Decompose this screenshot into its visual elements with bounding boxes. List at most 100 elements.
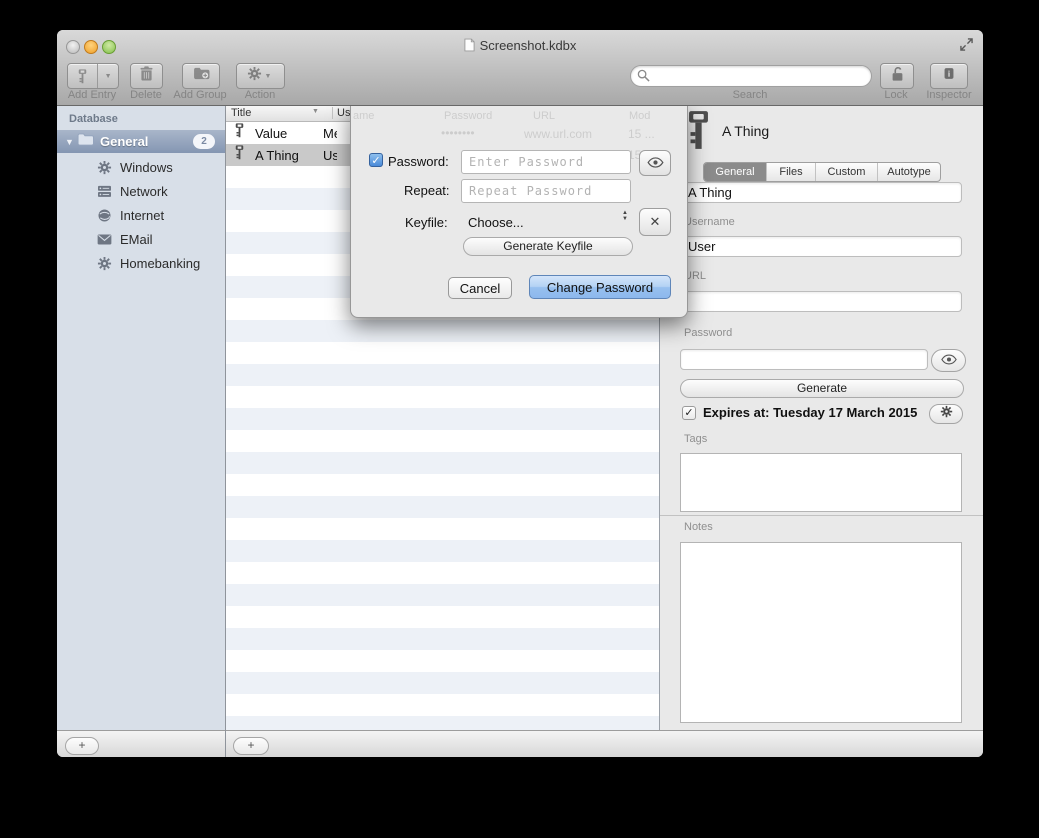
add-entry-button[interactable]: ▼: [67, 63, 119, 89]
sidebar-item-network[interactable]: Network: [57, 179, 225, 203]
folder-add-icon: [193, 67, 210, 85]
trash-icon: [140, 66, 153, 86]
action-label: Action: [237, 89, 283, 101]
key-icon: [235, 145, 244, 165]
document-icon: [464, 38, 475, 55]
disclosure-triangle-icon[interactable]: ▼: [65, 137, 77, 147]
eye-icon: [647, 156, 664, 171]
fullscreen-icon[interactable]: [960, 38, 973, 56]
sidebar-item-windows[interactable]: Windows: [57, 155, 225, 179]
globe-icon: [96, 207, 112, 223]
sidebar-item-internet[interactable]: Internet: [57, 203, 225, 227]
tab-custom[interactable]: Custom: [816, 163, 878, 181]
entry-username: Us: [323, 148, 337, 163]
window-title: Screenshot.kdbx: [57, 38, 983, 55]
gear-icon: [96, 255, 112, 271]
username-field[interactable]: [680, 236, 962, 257]
add-entry-plus-button[interactable]: +: [233, 737, 269, 755]
group-sidebar: Database ▼ General 2 Windows Network: [57, 105, 225, 730]
add-group-label: Add Group: [169, 89, 231, 101]
key-icon: [235, 123, 244, 143]
inspector-panel: A Thing General Files Custom Autotype Us…: [660, 105, 983, 730]
app-window: Screenshot.kdbx ▼: [57, 30, 983, 757]
entry-title: A Thing: [255, 148, 323, 163]
search-label: Search: [720, 89, 780, 101]
entry-count-badge: 2: [193, 134, 215, 149]
add-group-button[interactable]: [182, 63, 220, 89]
tab-general[interactable]: General: [704, 163, 767, 181]
sidebar-item-email[interactable]: EMail: [57, 227, 225, 251]
search-icon: [637, 69, 650, 87]
show-password-button[interactable]: [639, 150, 671, 176]
entry-title: Value: [255, 126, 323, 141]
notes-label: Notes: [684, 521, 713, 533]
sidebar-item-general[interactable]: ▼ General 2: [57, 130, 225, 153]
chevron-down-icon: ▼: [98, 64, 118, 88]
change-password-sheet: ame Password URL Mod •••••••• www.url.co…: [350, 105, 688, 318]
sidebar-item-label: Network: [120, 184, 168, 199]
ghost-url-value: www.url.com: [524, 127, 592, 141]
gear-icon: [940, 405, 953, 423]
eye-icon: [941, 352, 957, 370]
keyfile-popup[interactable]: Choose...: [468, 215, 524, 230]
ghost-password-value: ••••••••: [441, 126, 475, 140]
expires-row: ✓ Expires at: Tuesday 17 March 2015: [682, 405, 917, 420]
delete-button[interactable]: [130, 63, 163, 89]
action-button[interactable]: ▼: [236, 63, 285, 89]
show-password-button[interactable]: [931, 349, 966, 372]
gear-icon: [96, 159, 112, 175]
clear-keyfile-button[interactable]: ✕: [639, 208, 671, 236]
inspector-label: Inspector: [919, 89, 979, 101]
expires-settings-button[interactable]: [929, 404, 963, 424]
repeat-password-input[interactable]: [461, 179, 631, 203]
ghost-modified-header: Mod: [629, 110, 650, 122]
inspector-button[interactable]: i: [930, 63, 968, 89]
cancel-button[interactable]: Cancel: [448, 277, 512, 299]
generate-keyfile-button[interactable]: Generate Keyfile: [463, 237, 633, 256]
inspector-entry-title: A Thing: [722, 123, 769, 139]
column-username[interactable]: Us: [337, 107, 351, 119]
ghost-username-header: ame: [353, 110, 374, 122]
titlebar-toolbar: Screenshot.kdbx ▼: [57, 30, 983, 106]
expires-checkbox[interactable]: ✓: [682, 406, 696, 420]
notes-box[interactable]: [680, 542, 962, 723]
sidebar-item-homebanking[interactable]: Homebanking: [57, 251, 225, 275]
add-entry-label: Add Entry: [61, 89, 123, 101]
stepper-icon[interactable]: ▲▼: [622, 210, 628, 222]
url-field[interactable]: [680, 291, 962, 312]
entry-username: Me: [323, 126, 337, 141]
key-icon: [68, 64, 97, 88]
close-icon: ✕: [650, 214, 661, 230]
tab-files[interactable]: Files: [767, 163, 816, 181]
enter-password-input[interactable]: [461, 150, 631, 174]
password-checkbox[interactable]: ✓: [369, 153, 383, 167]
password-field[interactable]: [680, 349, 928, 370]
sort-descending-icon: ▼: [312, 108, 319, 115]
title-field[interactable]: [680, 182, 962, 203]
sidebar-item-label: Windows: [120, 160, 173, 175]
delete-label: Delete: [125, 89, 167, 101]
ghost-modified-value: 15 ...: [628, 127, 655, 141]
envelope-icon: [96, 231, 112, 247]
tags-box[interactable]: [680, 453, 962, 512]
sheet-keyfile-label: Keyfile:: [405, 215, 448, 230]
change-password-button[interactable]: Change Password: [529, 275, 671, 299]
gear-icon: [247, 66, 262, 86]
generate-password-button[interactable]: Generate: [680, 379, 964, 398]
sidebar-item-label: EMail: [120, 232, 153, 247]
search-field[interactable]: [630, 65, 872, 87]
tags-label: Tags: [684, 433, 707, 445]
lock-button[interactable]: [880, 63, 914, 89]
tab-autotype[interactable]: Autotype: [878, 163, 940, 181]
screen: Screenshot.kdbx ▼: [0, 0, 1039, 838]
bottom-bar: + +: [57, 730, 983, 757]
lock-label: Lock: [871, 89, 921, 101]
sidebar-section-header: Database: [69, 113, 118, 125]
info-icon: i: [941, 67, 957, 85]
ghost-password-header: Password: [444, 110, 492, 122]
add-group-plus-button[interactable]: +: [65, 737, 99, 755]
column-title[interactable]: Title: [231, 107, 251, 119]
sidebar-item-label: Internet: [120, 208, 164, 223]
folder-icon: [77, 133, 94, 151]
ghost-url-header: URL: [533, 110, 555, 122]
